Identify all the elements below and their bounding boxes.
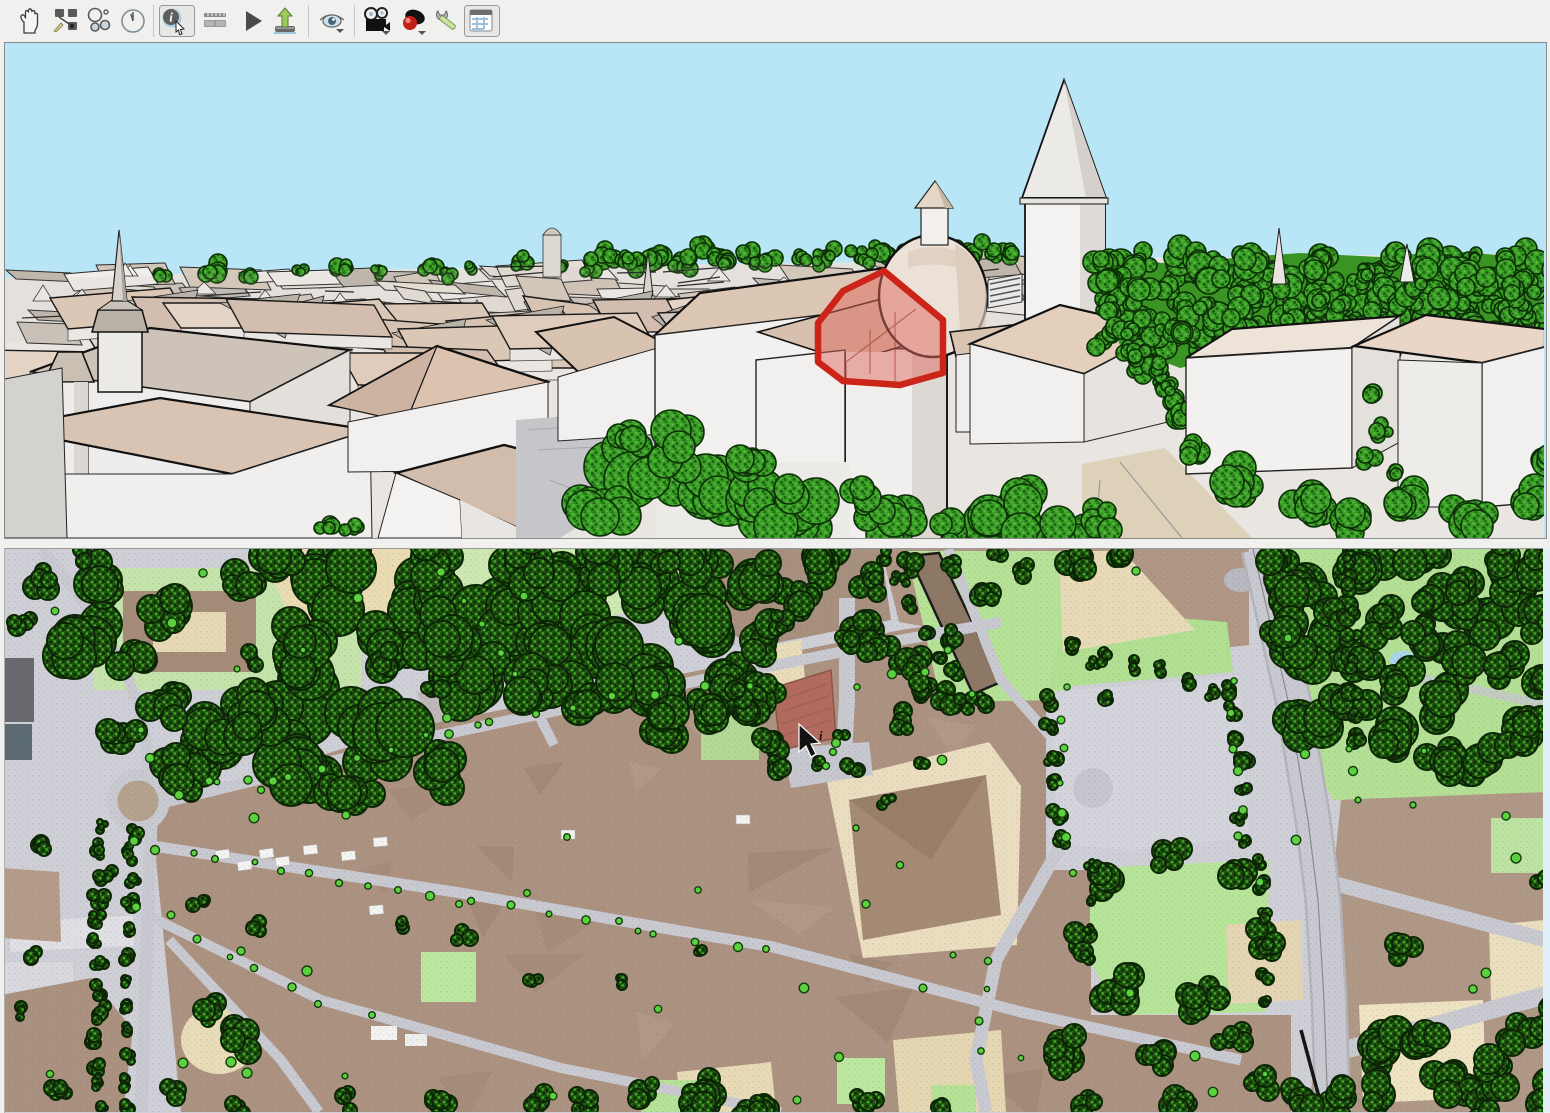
svg-text:i: i	[169, 10, 173, 25]
